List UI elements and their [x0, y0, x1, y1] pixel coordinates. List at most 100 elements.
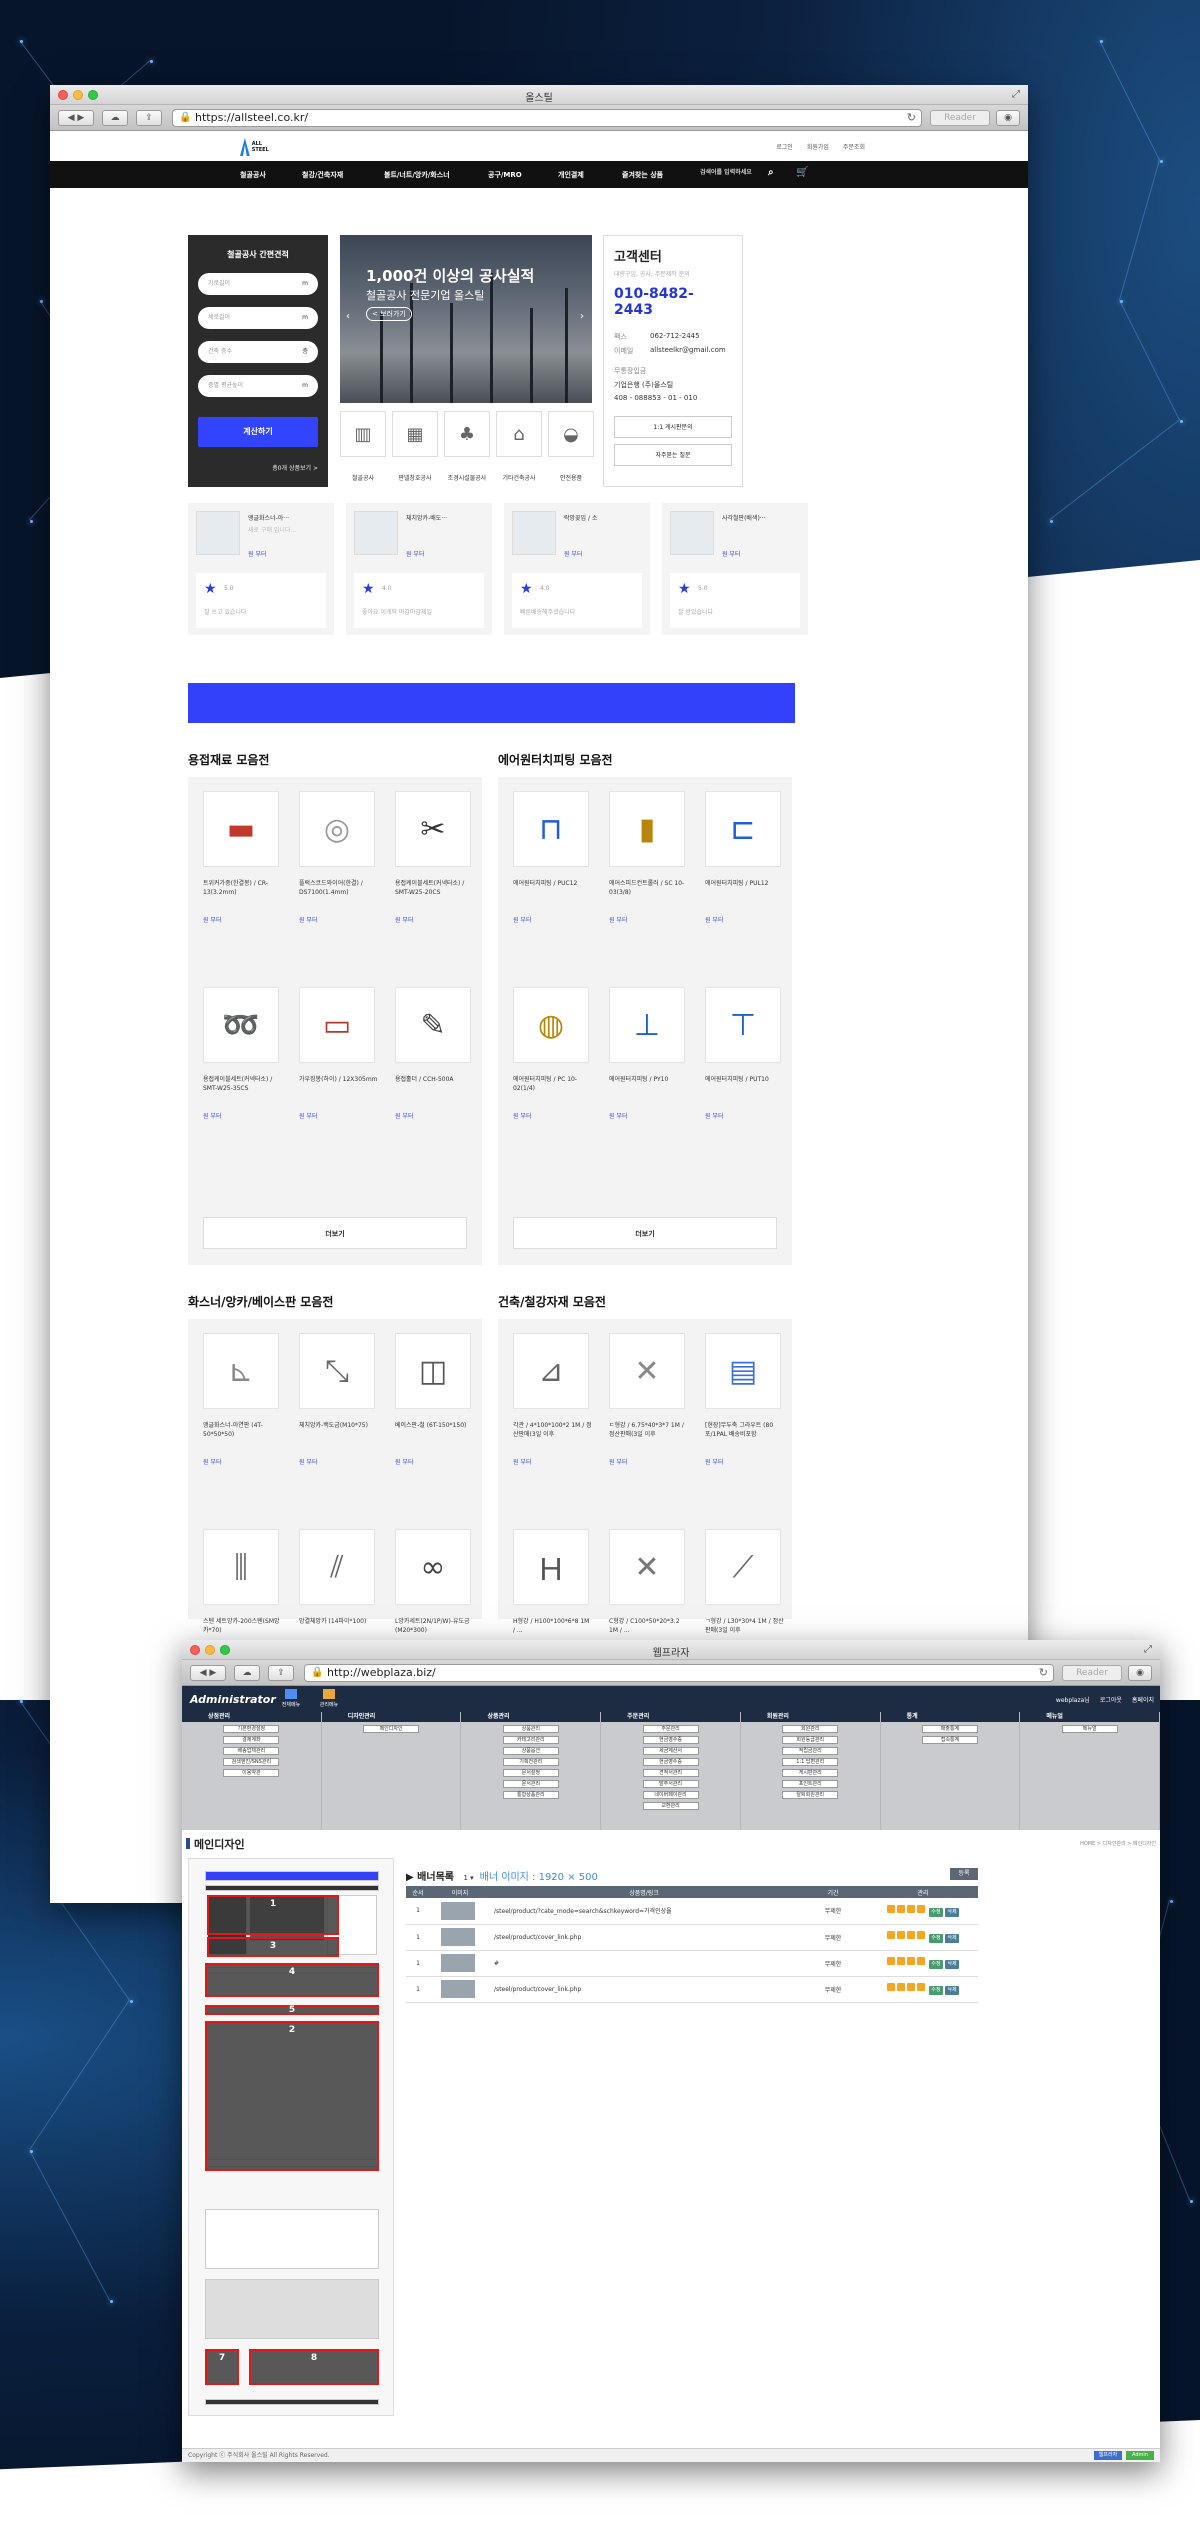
download-icon[interactable]: ◉	[1128, 1665, 1152, 1681]
order-last-icon[interactable]	[917, 1931, 926, 1939]
order-up-icon[interactable]	[897, 1957, 906, 1965]
product-card[interactable]: ⊤ 에어원터치피팅 / PUT10 원 부터	[705, 987, 785, 1120]
menu-item[interactable]: 상품옵션	[502, 1747, 559, 1755]
reload-icon[interactable]: ↻	[907, 110, 916, 126]
product-card[interactable]: ⊾ 앵글화스너-아연판 (4T-50*50*50) 원 부터	[203, 1333, 283, 1466]
product-card[interactable]: ✎ 용접홀더 / CCH-500A 원 부터	[395, 987, 475, 1120]
category-landscape[interactable]: ♣ 조경시설물공사	[444, 411, 490, 482]
order-last-icon[interactable]	[917, 1983, 926, 1991]
floors-field[interactable]: 건축 층수 층	[198, 341, 318, 363]
address-bar[interactable]: 🔒 https://allsteel.co.kr/ ↻	[172, 109, 922, 127]
webplaza-badge[interactable]: 웹프라자	[1094, 2451, 1122, 2460]
menu-item[interactable]: 1:1 답변관리	[782, 1758, 839, 1766]
row-link[interactable]: #	[490, 1950, 798, 1977]
category-panel[interactable]: ▦ 판넬창호공사	[392, 411, 438, 482]
product-card[interactable]: ⊥ 에어원터치피팅 / PY10 원 부터	[609, 987, 689, 1120]
nav-item[interactable]: 철강/건축자재	[302, 170, 384, 180]
fullscreen-icon[interactable]: ⤢	[1144, 1644, 1152, 1655]
width-field[interactable]: 가로길이 m	[198, 273, 318, 295]
logout-link[interactable]: 로그아웃	[1100, 1695, 1122, 1704]
menu-item[interactable]: 이용약관	[223, 1769, 280, 1777]
menu-item[interactable]: 결제계좌	[223, 1736, 280, 1744]
length-field[interactable]: 세로길이 m	[198, 307, 318, 329]
next-arrow-icon[interactable]: ›	[580, 311, 584, 322]
order-down-icon[interactable]	[907, 1983, 916, 1991]
nav-item[interactable]: 볼트/너트/앙카/화스너	[384, 170, 488, 180]
product-card[interactable]: ⤡ 체치앙카-백도금(M10*75) 원 부터	[299, 1333, 379, 1466]
product-card[interactable]: ⊏ 에어원터치피팅 / PUL12 원 부터	[705, 791, 785, 924]
reader-button[interactable]: Reader	[1062, 1665, 1122, 1681]
menu-heading[interactable]: 상점관리	[182, 1712, 321, 1722]
menu-heading[interactable]: 디자인관리	[321, 1712, 461, 1722]
product-card[interactable]: ✂ 용접케이블세트(커넥터소) / SMT-W25-20CS 원 부터	[395, 791, 475, 924]
table-row[interactable]: 1 /steel/product/cover_link.php 무제한 수정 삭제	[406, 1976, 978, 2003]
cart-icon[interactable]: 🛒	[796, 167, 808, 178]
main-banner[interactable]: 1,000건 이상의 공사실적 철골공사 전문기업 올스틸 < 보러가기 ‹ ›	[340, 235, 592, 403]
nav-item[interactable]: 철골공사	[240, 170, 302, 180]
menu-heading[interactable]: 회원관리	[740, 1712, 880, 1722]
manage-menu-button[interactable]: 관리메뉴	[312, 1689, 346, 1708]
product-card[interactable]: ▭ 가우징봉(하이) / 12X305mm 원 부터	[299, 987, 379, 1120]
menu-item[interactable]: 통합상품관리	[502, 1791, 559, 1799]
menu-item[interactable]: 회원관리	[782, 1725, 839, 1733]
back-forward-buttons[interactable]: ◀ ▶	[58, 110, 94, 126]
nav-item[interactable]: 공구/MRO	[488, 170, 558, 180]
menu-item[interactable]: 배송업체관리	[223, 1747, 280, 1755]
order-down-icon[interactable]	[907, 1904, 916, 1913]
menu-heading[interactable]: 통계	[880, 1712, 1020, 1722]
more-button[interactable]: 더보기	[203, 1217, 467, 1249]
height-field[interactable]: 층별 평균높이 m	[198, 375, 318, 397]
reload-icon[interactable]: ↻	[1039, 1665, 1048, 1681]
site-logo[interactable]: ALL STEEL	[240, 137, 280, 157]
edit-button[interactable]: 수정	[928, 1986, 943, 1995]
join-link[interactable]: 회원가입	[807, 142, 829, 151]
review-card[interactable]: 락앙꽂입 / 소 원 부터 ★ 4.0 빠른배송해주셨습니다	[504, 503, 650, 635]
order-up-icon[interactable]	[897, 1931, 906, 1939]
delete-button[interactable]: 삭제	[944, 1986, 959, 1995]
menu-item[interactable]: 네이버페이관리	[642, 1791, 699, 1799]
review-card[interactable]: 앵글화스너-아··· 새로 구매 입니다... 원 부터 ★ 5.0 잘 쓰고 있습…	[188, 503, 334, 635]
register-button[interactable]: 등록	[950, 1868, 978, 1880]
nav-item[interactable]: 즐겨찾는 상품	[622, 170, 702, 180]
product-card[interactable]: ◎ 플럭스코드와이어(한결) / DS7100(1.4mm) 원 부터	[299, 791, 379, 924]
address-bar[interactable]: 🔒 http://webplaza.biz/ ↻	[304, 1664, 1054, 1682]
product-card[interactable]: ▤ [현장]무두축 그라우트 (80포/1PAL 배송비포함 원 부터	[705, 1333, 785, 1466]
menu-item[interactable]: 메인디자인	[363, 1725, 420, 1733]
share-icon[interactable]: ⇪	[268, 1665, 294, 1681]
download-icon[interactable]: ◉	[996, 110, 1020, 126]
order-first-icon[interactable]	[887, 1904, 896, 1913]
order-down-icon[interactable]	[907, 1931, 916, 1939]
order-first-icon[interactable]	[887, 1931, 896, 1939]
back-forward-buttons[interactable]: ◀ ▶	[190, 1665, 226, 1681]
order-last-icon[interactable]	[917, 1904, 926, 1913]
menu-heading[interactable]: 메뉴얼	[1020, 1712, 1160, 1722]
review-card[interactable]: 체치앙카-배도··· 원 부터 ★ 4.0 좋아요 이게딱 마감마감제일	[346, 503, 492, 635]
menu-item[interactable]: 발주서관리	[642, 1780, 699, 1788]
menu-item[interactable]: 견적서관리	[642, 1769, 699, 1777]
menu-item[interactable]: 카테고리관리	[502, 1736, 559, 1744]
product-card[interactable]: ⊿ 각관 / 4*100*100*2 1M / 정산판매(3일 이후 원 부터	[513, 1333, 593, 1466]
menu-item[interactable]: 상품관리	[502, 1725, 559, 1733]
menu-item[interactable]: 기본환경설정	[223, 1725, 280, 1733]
search-icon[interactable]: ⌕	[768, 167, 774, 178]
category-steel[interactable]: ▥ 철골공사	[340, 411, 386, 482]
order-up-icon[interactable]	[897, 1983, 906, 1991]
qna-board-button[interactable]: 1:1 게시판문의	[614, 416, 732, 438]
menu-item[interactable]: 문서관리	[502, 1780, 559, 1788]
category-safety[interactable]: ◒ 안전용품	[548, 411, 594, 482]
order-first-icon[interactable]	[887, 1957, 896, 1965]
product-card[interactable]: ➿ 용접케이블세트(커넥터소) / SMT-W25-35CS 원 부터	[203, 987, 283, 1120]
reader-button[interactable]: Reader	[930, 110, 990, 126]
delete-button[interactable]: 삭제	[944, 1960, 959, 1969]
menu-heading[interactable]: 주문관리	[601, 1712, 740, 1722]
order-last-icon[interactable]	[917, 1957, 926, 1965]
cloud-icon[interactable]: ☁	[234, 1665, 260, 1681]
promo-bar[interactable]	[188, 683, 795, 723]
menu-item[interactable]: 현금영수증	[642, 1758, 699, 1766]
fullscreen-icon[interactable]: ⤢	[1012, 89, 1020, 100]
row-link[interactable]: /steel/product/cover_link.php	[490, 1976, 798, 2003]
all-menu-button[interactable]: 전체메뉴	[274, 1689, 308, 1708]
order-lookup-link[interactable]: 주문조회	[843, 142, 865, 151]
row-link[interactable]: /steel/product/?cate_mode=search&schkeyw…	[490, 1898, 798, 1925]
menu-item[interactable]: 주문관리	[642, 1725, 699, 1733]
